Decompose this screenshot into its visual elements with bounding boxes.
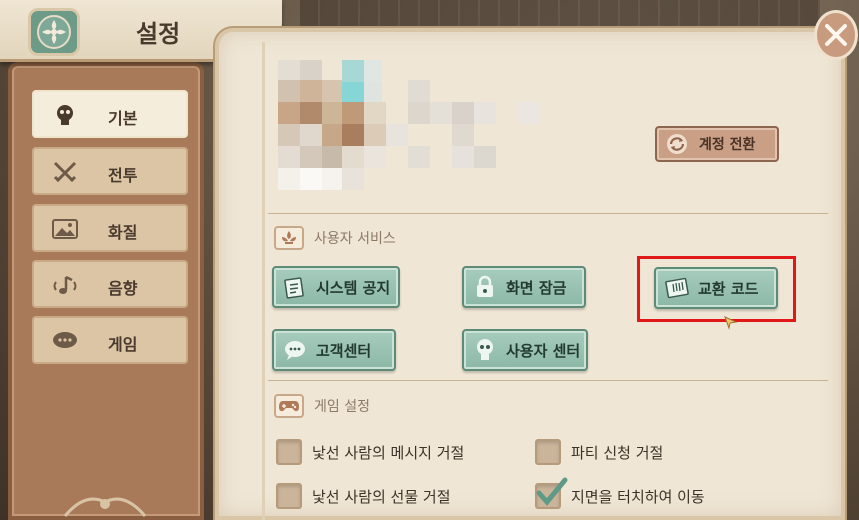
ornament-icon — [60, 488, 150, 520]
customer-center-label: 고객센터 — [316, 341, 372, 360]
option-reject-stranger-message[interactable]: 낯선 사람의 메시지 거절 — [276, 439, 464, 465]
sidebar-item-label: 음향 — [108, 279, 138, 298]
settings-emblem-icon — [28, 8, 80, 56]
chat-bubble-icon — [52, 330, 78, 352]
highlight-box — [637, 256, 796, 322]
divider — [268, 213, 828, 214]
cursor-icon — [724, 316, 738, 330]
lock-icon — [472, 274, 498, 300]
refresh-icon — [665, 132, 689, 156]
close-icon — [825, 24, 847, 46]
user-icon — [472, 337, 498, 363]
gamepad-icon — [274, 394, 304, 418]
user-center-label: 사용자 센터 — [506, 341, 581, 360]
sidebar-item-game[interactable]: 게임 — [32, 316, 188, 364]
picture-icon — [52, 218, 78, 240]
option-label: 파티 신청 거절 — [571, 443, 664, 462]
sound-icon — [52, 274, 78, 296]
sidebar-item-label: 게임 — [108, 335, 138, 354]
checkbox-checked[interactable] — [535, 477, 568, 509]
option-reject-party-request[interactable]: 파티 신청 거절 — [535, 439, 663, 465]
crossed-swords-icon — [52, 161, 78, 183]
character-icon — [52, 104, 78, 126]
fleur-icon — [274, 226, 304, 250]
option-label: 지면을 터치하여 이동 — [571, 487, 705, 506]
option-label: 낯선 사람의 메시지 거절 — [312, 443, 465, 462]
user-service-header: 사용자 서비스 — [274, 226, 396, 250]
notice-icon — [282, 274, 308, 300]
account-switch-label: 계정 전환 — [699, 137, 756, 153]
user-center-button[interactable]: 사용자 센터 — [462, 329, 588, 371]
option-touch-to-move[interactable]: 지면을 터치하여 이동 — [535, 477, 705, 509]
profile-censored-block — [278, 60, 550, 190]
sidebar-item-label: 전투 — [108, 166, 138, 185]
option-reject-stranger-gift[interactable]: 낯선 사람의 선물 거절 — [276, 483, 451, 509]
sidebar-item-basic[interactable]: 기본 — [32, 90, 188, 138]
checkmark-icon — [536, 477, 568, 506]
system-notice-button[interactable]: 시스템 공지 — [272, 266, 400, 308]
sidebar-item-label: 기본 — [108, 109, 138, 128]
system-notice-label: 시스템 공지 — [316, 278, 391, 297]
checkbox[interactable] — [276, 483, 302, 509]
user-service-title: 사용자 서비스 — [314, 231, 396, 247]
page-title: 설정 — [136, 20, 181, 48]
checkbox[interactable] — [535, 439, 561, 465]
screen-lock-button[interactable]: 화면 잠금 — [462, 266, 586, 308]
sidebar-item-combat[interactable]: 전투 — [32, 147, 188, 195]
divider — [268, 380, 828, 381]
chat-icon — [282, 337, 308, 363]
option-label: 낯선 사람의 선물 거절 — [312, 487, 451, 506]
checkbox[interactable] — [276, 439, 302, 465]
sidebar-item-sound[interactable]: 음향 — [32, 260, 188, 308]
customer-center-button[interactable]: 고객센터 — [272, 329, 396, 371]
sidebar-item-label: 화질 — [108, 223, 138, 242]
close-button[interactable] — [814, 10, 858, 60]
sidebar-item-graphics[interactable]: 화질 — [32, 204, 188, 252]
account-switch-button[interactable]: 계정 전환 — [655, 126, 779, 162]
game-settings-title: 게임 설정 — [314, 399, 370, 415]
game-settings-header: 게임 설정 — [274, 394, 370, 418]
screen-lock-label: 화면 잠금 — [506, 278, 567, 297]
